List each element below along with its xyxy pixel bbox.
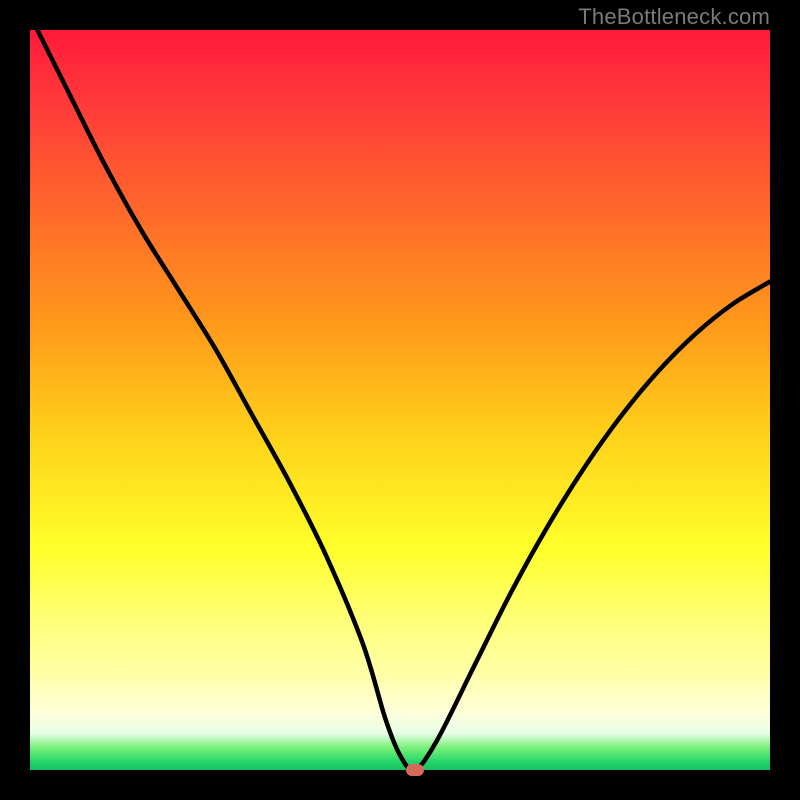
watermark-text: TheBottleneck.com: [578, 4, 770, 30]
optimum-marker: [406, 764, 424, 776]
chart-frame: TheBottleneck.com: [0, 0, 800, 800]
bottleneck-curve: [30, 30, 770, 770]
plot-area: [30, 30, 770, 770]
